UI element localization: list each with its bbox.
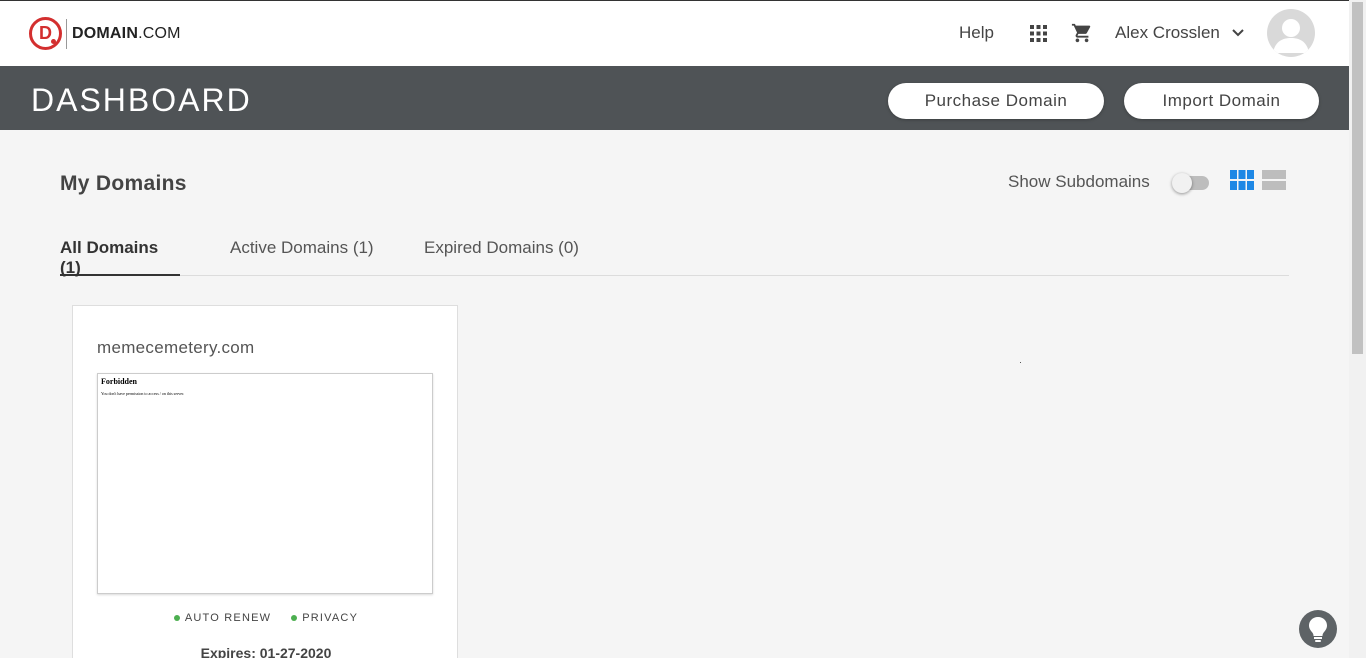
top-header: D DOMAIN.COM Help Alex Crosslen xyxy=(0,0,1349,66)
site-preview-thumbnail[interactable]: Forbidden You don't have permission to a… xyxy=(97,373,433,594)
dashboard-bar: DASHBOARD Purchase Domain Import Domain xyxy=(0,66,1349,130)
import-domain-button[interactable]: Import Domain xyxy=(1124,83,1319,119)
tab-expired-domains[interactable]: Expired Domains (0) xyxy=(424,238,579,276)
logo-text-rest: .COM xyxy=(138,24,181,42)
domain-name[interactable]: memecemetery.com xyxy=(97,338,255,358)
status-privacy: PRIVACY xyxy=(291,612,358,624)
list-view-icon[interactable] xyxy=(1262,170,1286,190)
purchase-domain-button[interactable]: Purchase Domain xyxy=(888,83,1104,119)
domain-tabs: All Domains (1) Active Domains (1) Expir… xyxy=(60,238,1289,277)
logo-wordmark: DOMAIN.COM xyxy=(72,25,181,43)
my-domains-heading: My Domains xyxy=(60,172,187,195)
status-label: PRIVACY xyxy=(302,612,359,624)
user-menu[interactable]: Alex Crosslen xyxy=(1115,23,1244,43)
status-dot-icon xyxy=(173,615,180,621)
shopping-cart-icon[interactable] xyxy=(1071,22,1093,44)
user-silhouette-icon xyxy=(1273,19,1309,53)
apps-grid-icon[interactable] xyxy=(1030,25,1047,42)
page-scrollbar[interactable] xyxy=(1349,0,1366,658)
stray-dot xyxy=(1020,362,1021,363)
page-title: DASHBOARD xyxy=(31,82,252,118)
tab-all-domains[interactable]: All Domains (1) xyxy=(60,238,180,277)
expiry-date: Expires: 01-27-2020 xyxy=(200,645,332,658)
logo-text-bold: DOMAIN xyxy=(72,24,139,42)
preview-title: Forbidden xyxy=(101,377,138,386)
toggle-knob xyxy=(1172,173,1192,193)
user-name: Alex Crosslen xyxy=(1115,23,1220,42)
tab-active-domains[interactable]: Active Domains (1) xyxy=(230,238,374,276)
avatar[interactable] xyxy=(1267,9,1315,57)
help-lightbulb-button[interactable] xyxy=(1299,610,1337,648)
show-subdomains-label: Show Subdomains xyxy=(1008,172,1150,191)
status-row: AUTO RENEW PRIVACY xyxy=(73,612,459,624)
grid-view-icon[interactable] xyxy=(1230,170,1254,190)
domain-com-logo[interactable]: D DOMAIN.COM xyxy=(29,17,181,50)
logo-letter: D xyxy=(39,23,52,43)
preview-text: You don't have permission to access / on… xyxy=(101,391,185,396)
logo-mark-icon: D xyxy=(29,17,62,50)
status-dot-icon xyxy=(291,615,298,621)
logo-divider xyxy=(66,18,67,49)
scrollbar-thumb[interactable] xyxy=(1352,2,1363,354)
chevron-down-icon xyxy=(1232,29,1244,37)
status-label: AUTO RENEW xyxy=(184,612,272,624)
lightbulb-icon xyxy=(1309,617,1327,642)
status-auto-renew: AUTO RENEW xyxy=(173,612,272,624)
show-subdomains-toggle[interactable] xyxy=(1172,173,1209,193)
help-link[interactable]: Help xyxy=(959,23,994,43)
domain-card[interactable]: memecemetery.com Forbidden You don't hav… xyxy=(72,305,458,658)
